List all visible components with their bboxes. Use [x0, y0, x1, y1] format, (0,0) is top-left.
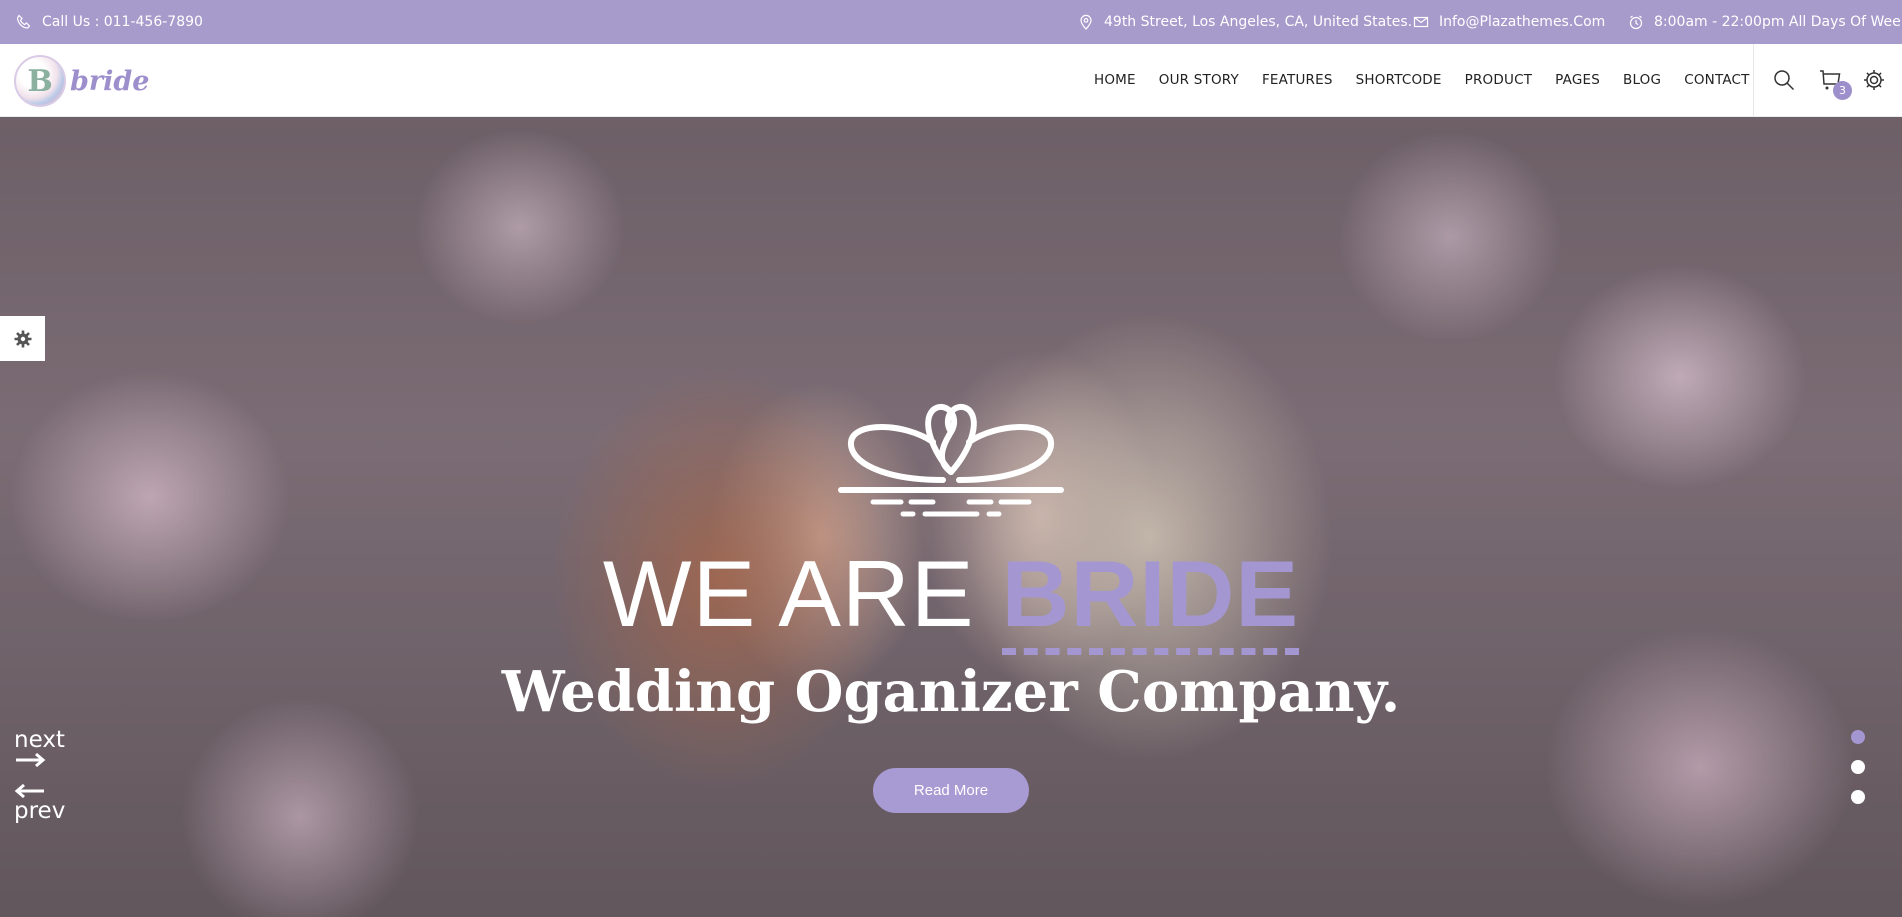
- next-label: next: [14, 727, 65, 753]
- cart-count-badge: 3: [1833, 81, 1852, 100]
- hero-headline: WE ARE BRIDE: [0, 541, 1902, 655]
- prev-label: prev: [14, 798, 66, 824]
- hours-text: 8:00am - 22:00pm All Days Of Week: [1654, 14, 1902, 30]
- arrow-right-icon: [16, 753, 46, 767]
- search-icon[interactable]: [1772, 68, 1796, 92]
- address-text: 49th Street, Los Angeles, CA, United Sta…: [1104, 14, 1413, 30]
- address-info: 49th Street, Los Angeles, CA, United Sta…: [1078, 0, 1412, 44]
- nav-home[interactable]: HOME: [1094, 72, 1136, 88]
- nav-features[interactable]: FEATURES: [1262, 72, 1333, 88]
- hero-slider: WE ARE BRIDE Wedding Oganizer Company. R…: [0, 117, 1902, 917]
- email-info[interactable]: Info@Plazathemes.Com: [1413, 0, 1605, 44]
- nav-shortcode[interactable]: SHORTCODE: [1356, 72, 1442, 88]
- header-divider: [1753, 44, 1754, 116]
- nav-product[interactable]: PRODUCT: [1465, 72, 1533, 88]
- map-pin-icon: [1080, 14, 1092, 30]
- clock-icon: [1629, 15, 1643, 30]
- slider-dot-2[interactable]: [1851, 760, 1865, 774]
- site-logo[interactable]: B bride: [14, 53, 149, 109]
- slider-dot-3[interactable]: [1851, 790, 1865, 804]
- main-header: B bride HOME OUR STORY FEATURES SHORTCOD…: [0, 44, 1902, 117]
- slider-pagination: [1851, 730, 1865, 804]
- phone-text: Call Us : 011-456-7890: [42, 14, 203, 30]
- nav-blog[interactable]: BLOG: [1623, 72, 1661, 88]
- slider-dot-1[interactable]: [1851, 730, 1865, 744]
- theme-settings-toggle[interactable]: [0, 316, 45, 361]
- arrow-left-icon: [14, 784, 44, 798]
- main-nav: HOME OUR STORY FEATURES SHORTCODE PRODUC…: [1094, 44, 1773, 116]
- email-text: Info@Plazathemes.Com: [1439, 14, 1606, 30]
- phone-icon: [16, 14, 31, 29]
- hero-subline: Wedding Oganizer Company.: [501, 659, 1401, 725]
- slider-prev-control[interactable]: prev: [14, 784, 65, 824]
- read-more-button[interactable]: Read More: [873, 768, 1029, 813]
- logo-emblem: B: [14, 55, 66, 107]
- gear-icon[interactable]: [1862, 68, 1886, 92]
- nav-our-story[interactable]: OUR STORY: [1159, 72, 1239, 88]
- gear-icon: [14, 330, 31, 347]
- swan-logo-icon: [838, 403, 1064, 517]
- headline-accent: BRIDE: [1001, 541, 1300, 655]
- nav-contact[interactable]: CONTACT: [1684, 72, 1749, 88]
- hours-info: 8:00am - 22:00pm All Days Of Week: [1628, 0, 1902, 44]
- slider-next-control[interactable]: next: [14, 727, 65, 767]
- mail-icon: [1413, 16, 1429, 28]
- phone-info[interactable]: Call Us : 011-456-7890: [16, 0, 203, 44]
- nav-pages[interactable]: PAGES: [1555, 72, 1600, 88]
- headline-plain: WE ARE: [602, 541, 1002, 646]
- top-info-bar: Call Us : 011-456-7890 49th Street, Los …: [0, 0, 1902, 44]
- logo-text: bride: [70, 65, 150, 97]
